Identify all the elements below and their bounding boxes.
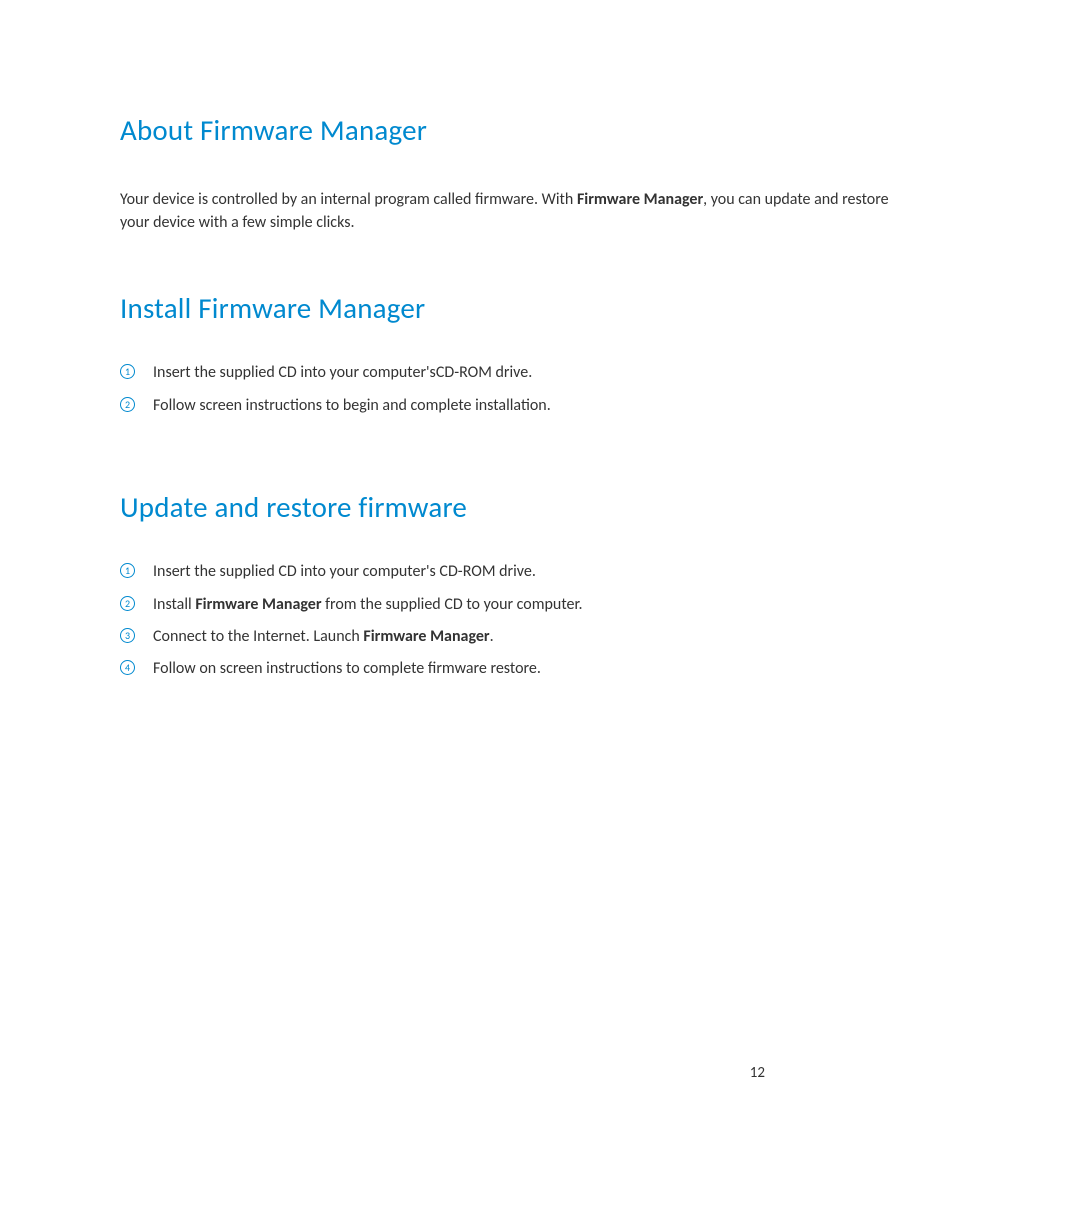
heading-update: Update and restore firmware <box>120 489 960 525</box>
about-paragraph: Your device is controlled by an internal… <box>120 188 900 234</box>
about-text-pre: Your device is controlled by an internal… <box>120 190 577 209</box>
heading-about: About Firmware Manager <box>120 112 960 148</box>
heading-install: Install Firmware Manager <box>120 290 960 326</box>
step-number-icon: 1 <box>120 364 135 379</box>
install-step-2-text: Follow screen instructions to begin and … <box>153 395 551 417</box>
update-step-2: 2 Install Firmware Manager from the supp… <box>120 594 960 616</box>
update-step-2-text: Install Firmware Manager from the suppli… <box>153 594 582 616</box>
install-steps: 1 Insert the supplied CD into your compu… <box>120 362 960 417</box>
update-steps: 1 Insert the supplied CD into your compu… <box>120 561 960 681</box>
update-step-1: 1 Insert the supplied CD into your compu… <box>120 561 960 583</box>
update-step-3-text: Connect to the Internet. Launch Firmware… <box>153 626 494 648</box>
update-step-1-text: Insert the supplied CD into your compute… <box>153 561 536 583</box>
install-step-2: 2 Follow screen instructions to begin an… <box>120 395 960 417</box>
step-number-icon: 2 <box>120 397 135 412</box>
step-number-icon: 3 <box>120 628 135 643</box>
section-update: Update and restore firmware 1 Insert the… <box>120 489 960 681</box>
step-number-icon: 4 <box>120 660 135 675</box>
step-number-icon: 2 <box>120 596 135 611</box>
update-step-4: 4 Follow on screen instructions to compl… <box>120 658 960 680</box>
about-text-bold: Firmware Manager <box>577 190 703 209</box>
section-install: Install Firmware Manager 1 Insert the su… <box>120 290 960 417</box>
document-page: About Firmware Manager Your device is co… <box>0 0 1080 681</box>
install-step-1-text: Insert the supplied CD into your compute… <box>153 362 532 384</box>
update-step-4-text: Follow on screen instructions to complet… <box>153 658 541 680</box>
install-step-1: 1 Insert the supplied CD into your compu… <box>120 362 960 384</box>
step-number-icon: 1 <box>120 563 135 578</box>
page-number: 12 <box>750 1064 765 1082</box>
update-step-3: 3 Connect to the Internet. Launch Firmwa… <box>120 626 960 648</box>
section-about: About Firmware Manager Your device is co… <box>120 112 960 234</box>
